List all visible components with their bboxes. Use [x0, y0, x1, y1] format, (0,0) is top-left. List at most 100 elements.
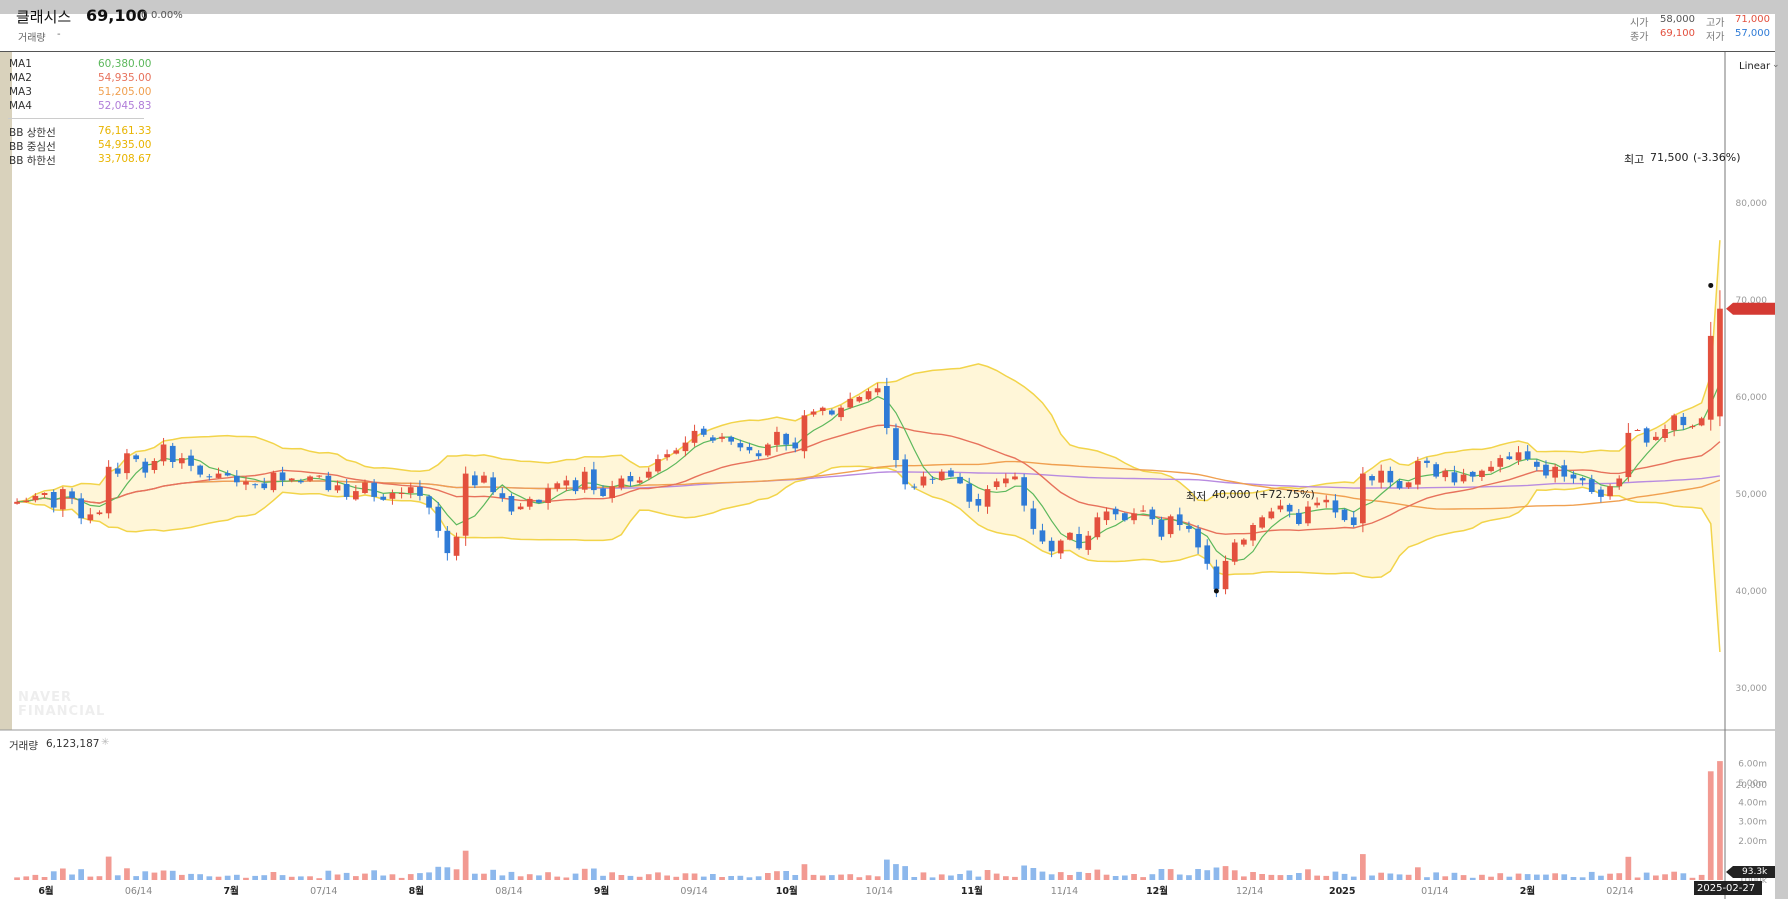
candle-body	[1680, 416, 1687, 426]
candle-body	[719, 436, 725, 439]
candle-body	[1341, 509, 1348, 521]
candle-body	[197, 465, 203, 475]
candle-body	[362, 482, 368, 493]
volume-bar	[426, 872, 432, 880]
volume-bar	[1552, 873, 1558, 880]
price-tick-label: 40,000	[1736, 587, 1768, 597]
ma3-label: MA3	[9, 86, 32, 98]
candle-body	[490, 477, 496, 493]
candle-body	[591, 469, 597, 491]
candle-body	[829, 410, 835, 415]
candle-body	[50, 492, 57, 508]
volume-bar	[728, 876, 734, 880]
volume-bar	[1176, 874, 1183, 880]
volume-bar	[1653, 875, 1659, 880]
candle-body	[581, 471, 588, 490]
volume-bar	[1323, 875, 1330, 880]
candle-body	[938, 471, 945, 481]
volume-bar	[78, 869, 84, 880]
price-chart[interactable]: 20,00030,00040,00050,00060,00070,00080,0…	[0, 14, 1788, 899]
candle-body	[114, 468, 121, 474]
candle-body	[69, 491, 75, 498]
x-axis-label: 6월	[38, 885, 53, 897]
candle-body	[151, 461, 158, 470]
volume-bar	[783, 871, 789, 880]
volume-bar	[1231, 870, 1238, 880]
volume-bar	[160, 870, 167, 880]
ma4-value: 52,045.83	[98, 100, 152, 112]
volume-bar	[1396, 874, 1403, 880]
settings-icon[interactable]: ✳	[101, 737, 109, 748]
volume-bar	[1405, 874, 1412, 880]
volume-bar	[902, 866, 908, 880]
volume-bar	[1259, 874, 1265, 880]
volume-bar	[957, 874, 963, 880]
x-axis-label: 12월	[1146, 885, 1168, 897]
volume-bar	[536, 875, 542, 880]
candle-body	[1305, 506, 1311, 524]
volume-bar	[737, 875, 744, 880]
volume-bar	[1460, 875, 1467, 880]
watermark-line1: NAVER	[18, 690, 73, 705]
candle-body	[444, 530, 451, 554]
volume-bar	[993, 873, 1000, 880]
volume-bar	[1094, 869, 1101, 880]
candle-body	[1112, 508, 1119, 515]
volume-tick-label: 5.00m	[1738, 779, 1767, 789]
volume-bar	[279, 875, 286, 880]
candle-body	[673, 450, 680, 454]
candle-body	[1424, 460, 1430, 463]
candle	[453, 532, 460, 561]
candle-body	[1314, 502, 1320, 506]
candle-body	[755, 453, 762, 457]
candle-body	[1598, 489, 1604, 497]
volume-bar	[645, 874, 652, 880]
candle-body	[261, 483, 268, 489]
chevron-down-icon[interactable]: ⌄	[1772, 60, 1780, 70]
candle-body	[453, 536, 460, 556]
x-axis-label: 11월	[961, 885, 983, 897]
candle-body	[96, 512, 103, 515]
volume-bar	[847, 874, 854, 880]
candle	[673, 447, 680, 455]
candle	[1231, 539, 1238, 566]
volume-bar	[1057, 872, 1064, 880]
volume-bar	[600, 875, 606, 880]
candle	[847, 392, 854, 409]
volume-bar	[398, 877, 405, 880]
volume-bar	[746, 877, 753, 880]
volume-bar	[353, 876, 359, 880]
volume-bar	[920, 872, 927, 880]
candle-body	[169, 445, 176, 462]
candle-body	[206, 476, 213, 478]
volume-bar	[1689, 877, 1696, 880]
volume-bar	[1543, 874, 1549, 880]
x-axis-label: 10월	[776, 885, 798, 897]
candle-body	[508, 496, 515, 512]
candle	[435, 501, 442, 538]
volume-bar	[142, 871, 149, 880]
candle-body	[1433, 464, 1439, 477]
candle-body	[279, 472, 286, 481]
candle-body	[874, 388, 881, 393]
volume-bar	[23, 876, 30, 880]
candle-body	[1131, 513, 1137, 521]
ma1-label: MA1	[9, 58, 32, 70]
current-price-tag-bg	[1726, 302, 1775, 315]
scale-mode-select[interactable]: Linear	[1739, 61, 1770, 72]
volume-bar	[343, 872, 350, 880]
volume-bar	[288, 876, 295, 880]
bb-middle-value: 54,935.00	[98, 139, 152, 151]
volume-bar	[1717, 761, 1723, 880]
volume-bar	[801, 864, 808, 880]
volume-bar	[1616, 873, 1623, 880]
volume-bar	[234, 874, 240, 880]
volume-bar	[1103, 874, 1110, 880]
bb-middle-label: BB 중심선	[9, 141, 56, 153]
volume-bar	[114, 875, 121, 880]
candle-body	[160, 444, 167, 462]
candle-body	[1451, 472, 1458, 483]
ma3-value: 51,205.00	[98, 86, 152, 98]
candle-body	[1653, 436, 1659, 440]
volume-bar	[206, 876, 213, 880]
